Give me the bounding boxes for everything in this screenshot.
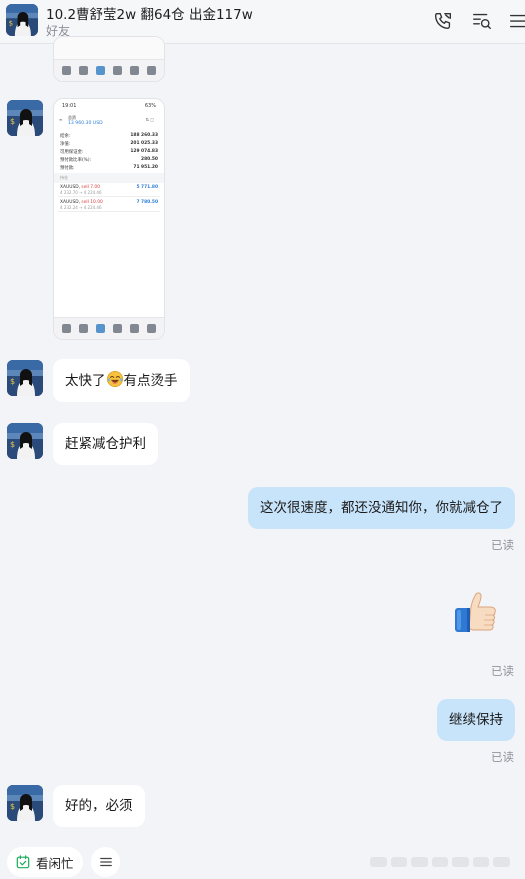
read-receipt: 已读 bbox=[491, 750, 514, 764]
message-bubble-incoming[interactable]: 赶紧减仓护利 bbox=[53, 423, 158, 465]
tears-of-joy-emoji-icon bbox=[106, 370, 123, 388]
contact-avatar[interactable] bbox=[6, 4, 38, 36]
blurred-region bbox=[370, 857, 511, 867]
menu-icon bbox=[99, 857, 112, 867]
message-bubble-incoming[interactable]: 好的，必须 bbox=[53, 785, 145, 827]
message-bubble-outgoing[interactable]: 这次很速度，都还没通知你，你就减仓了 bbox=[248, 487, 515, 529]
screenshot-status-bar: 19:01 63% bbox=[62, 103, 156, 109]
calendar-check-icon bbox=[16, 855, 30, 869]
phone-call-icon[interactable] bbox=[432, 10, 454, 32]
screenshot-navbar bbox=[54, 59, 164, 81]
contact-avatar[interactable] bbox=[7, 423, 43, 459]
more-icon[interactable] bbox=[507, 10, 525, 32]
message-bubble-outgoing[interactable]: 继续保持 bbox=[437, 699, 515, 741]
contact-avatar[interactable] bbox=[7, 785, 43, 821]
view-availability-button[interactable]: 看闲忙 bbox=[7, 847, 83, 877]
menu-button[interactable] bbox=[91, 847, 120, 877]
chat-title: 10.2曹舒莹2w 翻64仓 出金117w bbox=[46, 7, 253, 23]
contact-avatar[interactable] bbox=[7, 360, 43, 396]
message-bubble-incoming[interactable]: 太快了 有点烫手 bbox=[53, 359, 190, 402]
thumbs-up-sticker-icon[interactable] bbox=[449, 590, 501, 642]
search-chat-icon[interactable] bbox=[471, 10, 493, 32]
contact-avatar[interactable] bbox=[7, 100, 43, 136]
screenshot-navbar bbox=[54, 317, 164, 339]
read-receipt: 已读 bbox=[491, 538, 514, 552]
read-receipt: 已读 bbox=[491, 664, 514, 678]
image-message-screenshot-1[interactable] bbox=[53, 36, 165, 82]
image-message-screenshot-2[interactable]: 19:01 63% 总资 13 960.30 USD ≡ ⇅ ▢ 结余: 188 … bbox=[53, 98, 165, 340]
